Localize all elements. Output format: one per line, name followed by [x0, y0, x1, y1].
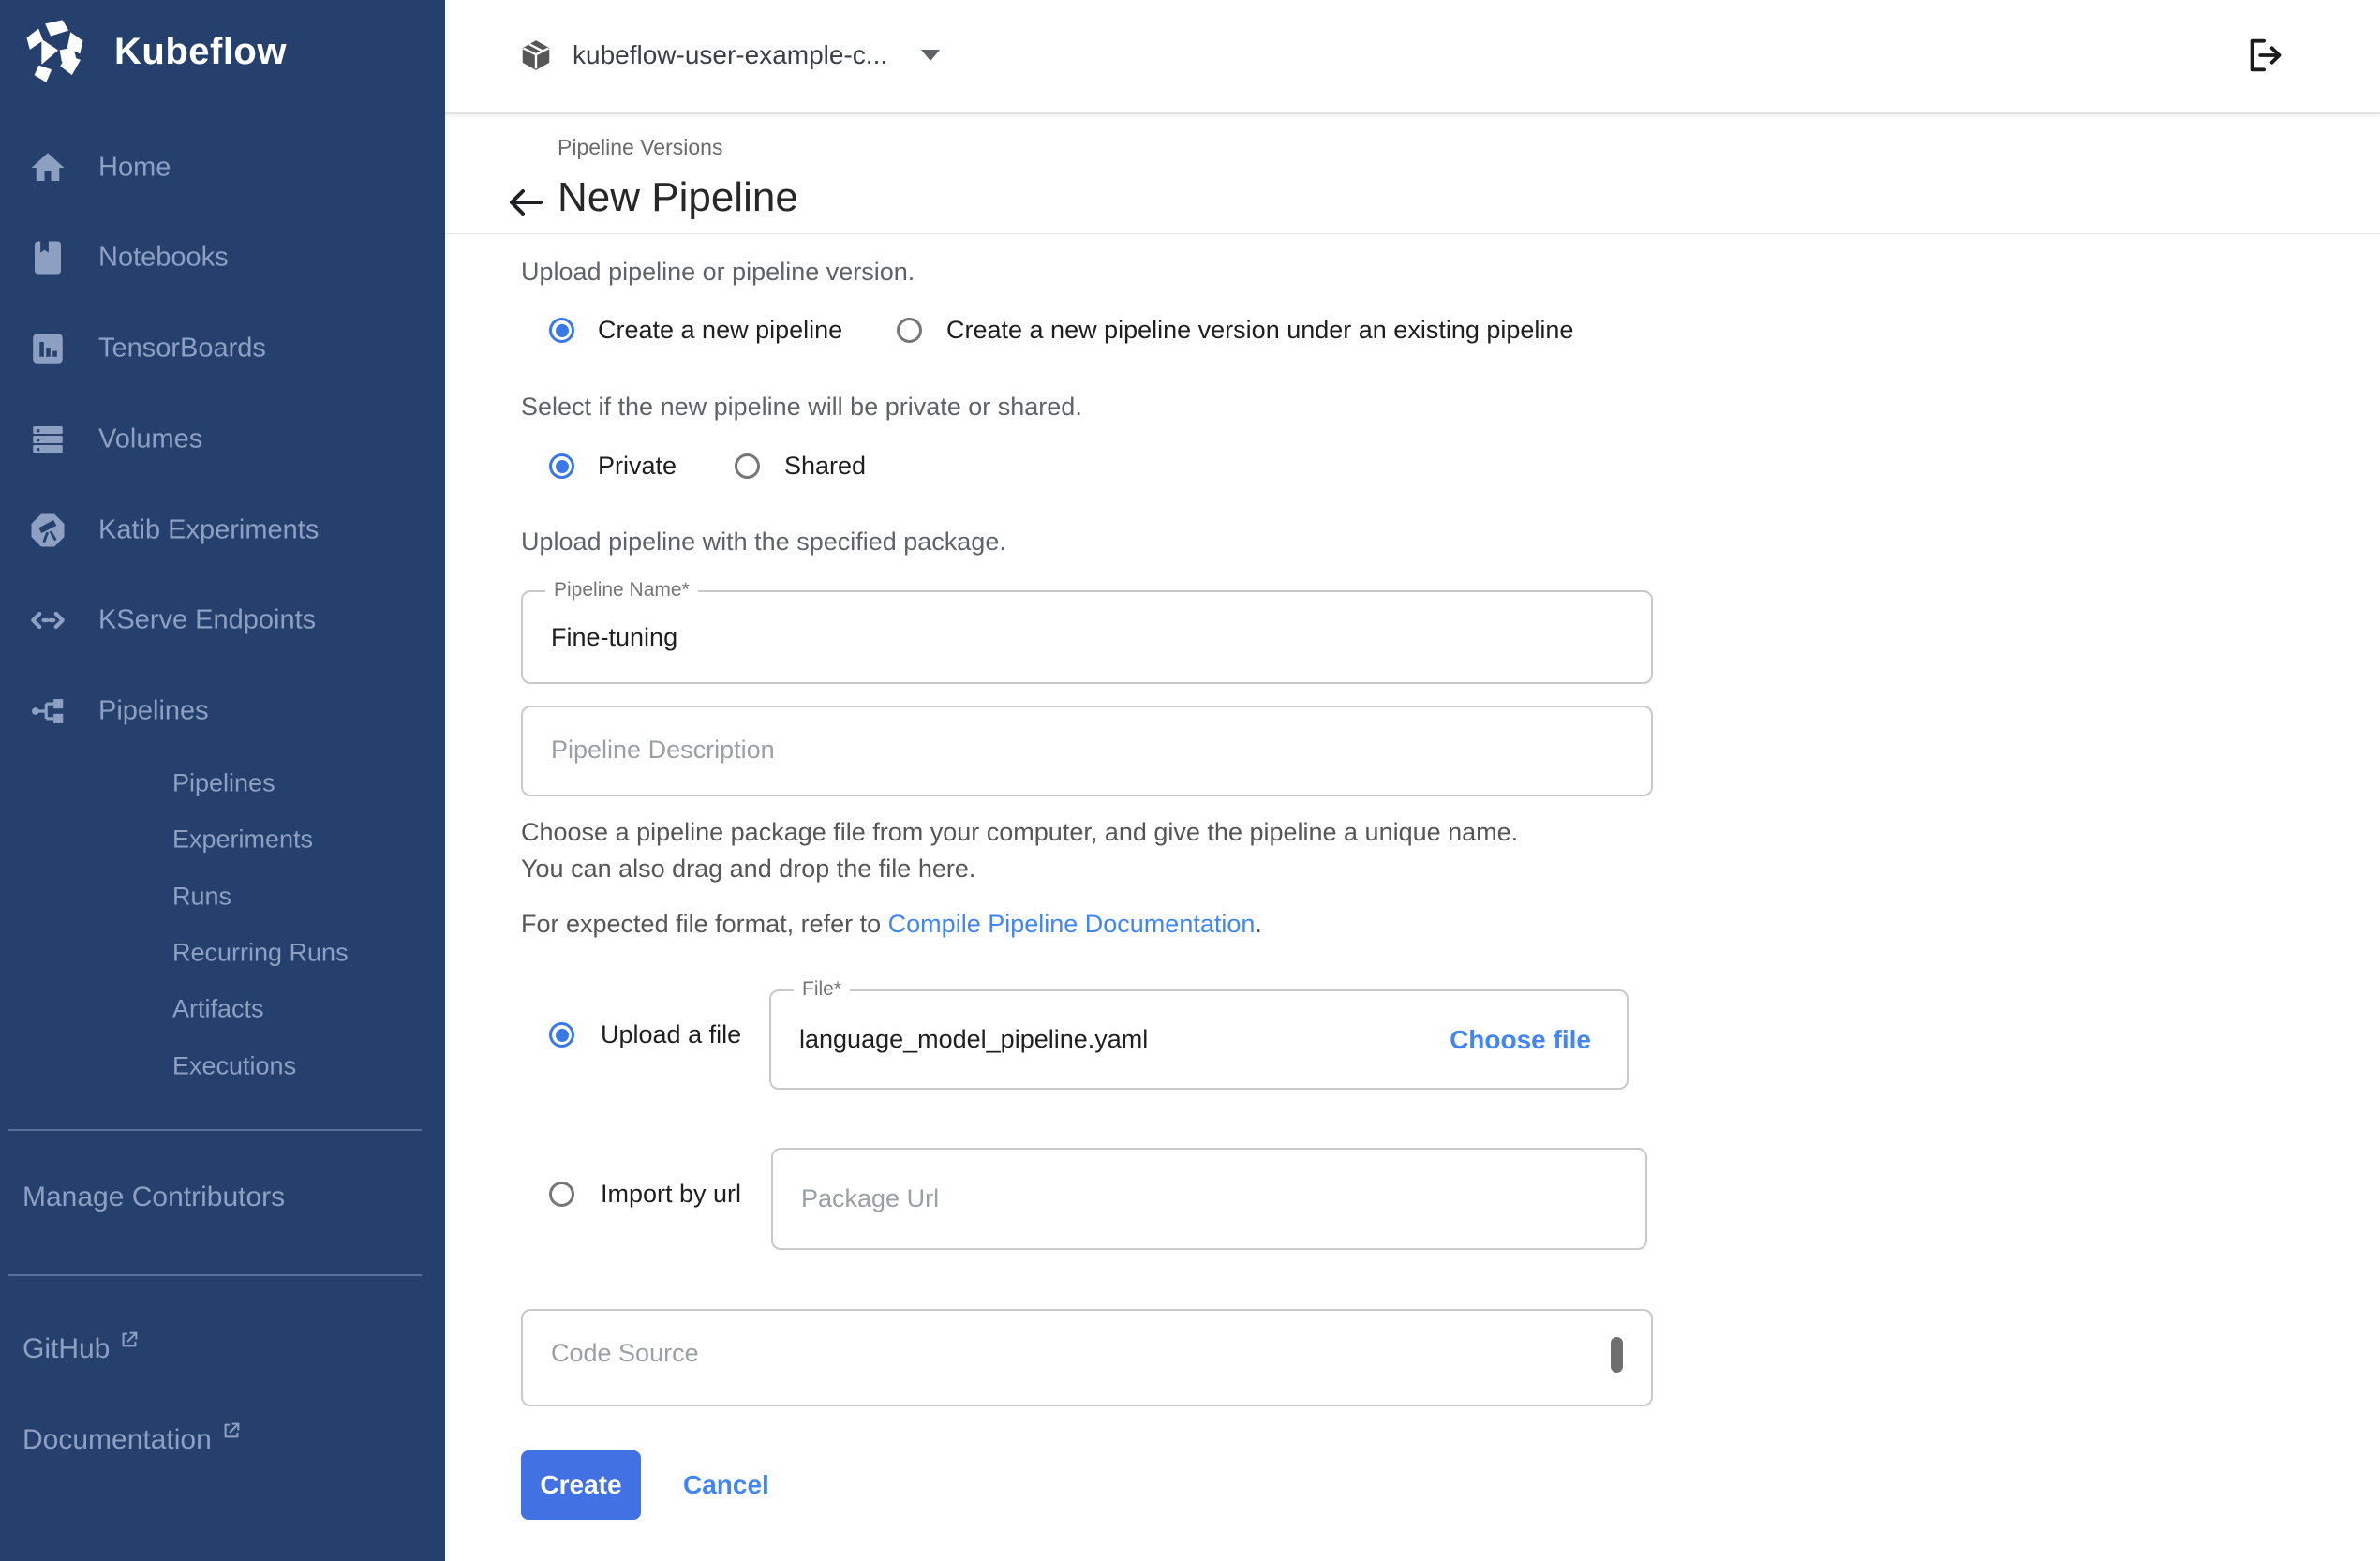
radio-import-by-url[interactable] [549, 1182, 574, 1207]
pipeline-name-input[interactable] [523, 592, 1651, 682]
sidebar-item-home[interactable]: Home [0, 139, 445, 197]
sidebar-item-katib-experiments[interactable]: Katib Experiments [0, 501, 445, 559]
sidebar-link-github[interactable]: GitHub [22, 1333, 140, 1365]
radio-private-label[interactable]: Private [598, 452, 677, 481]
pipeline-description-input[interactable] [523, 707, 1651, 795]
pipeline-name-field: Pipeline Name* [521, 590, 1653, 684]
logo-wordmark: Kubeflow [114, 31, 287, 73]
radio-private[interactable] [549, 453, 574, 479]
namespace-value: kubeflow-user-example-c... [573, 40, 887, 70]
sidebar-item-manage-contributors[interactable]: Manage Contributors [22, 1182, 285, 1213]
caret-down-icon [921, 50, 940, 61]
sidebar-item-volumes[interactable]: Volumes [0, 410, 445, 468]
namespace-selector[interactable]: kubeflow-user-example-c... [518, 0, 940, 111]
radio-create-new-pipeline-label[interactable]: Create a new pipeline [598, 316, 842, 345]
kubeflow-logo-icon [21, 17, 90, 86]
radio-import-by-url-label[interactable]: Import by url [601, 1180, 741, 1209]
bar-chart-icon [28, 329, 67, 368]
radio-shared-label[interactable]: Shared [784, 452, 866, 481]
package-hint-line1: Choose a pipeline package file from your… [521, 818, 1518, 847]
external-link-icon [119, 1330, 140, 1350]
sidebar-subitem-executions[interactable]: Executions [0, 1039, 445, 1093]
radio-shared[interactable] [735, 453, 760, 479]
storage-icon [28, 420, 67, 459]
cancel-button[interactable]: Cancel [677, 1469, 775, 1501]
sidebar-link-documentation[interactable]: Documentation [22, 1424, 242, 1456]
sidebar-item-pipelines[interactable]: Pipelines [0, 682, 445, 740]
compile-pipeline-documentation-link[interactable]: Compile Pipeline Documentation [888, 910, 1256, 938]
sign-out-icon [2243, 34, 2286, 77]
choose-file-button[interactable]: Choose file [1450, 1025, 1591, 1055]
package-hint-line2: You can also drag and drop the file here… [521, 855, 975, 884]
external-link-icon [221, 1420, 242, 1441]
code-source-field [521, 1309, 1653, 1406]
sign-out-button[interactable] [2243, 34, 2286, 77]
notebook-icon [28, 238, 67, 277]
radio-create-pipeline-version[interactable] [897, 318, 922, 343]
sidebar-subitem-experiments[interactable]: Experiments [0, 812, 445, 867]
code-arrows-icon [28, 601, 67, 640]
create-button[interactable]: Create [521, 1450, 641, 1520]
main-content: Pipeline Versions New Pipeline Upload pi… [445, 112, 2380, 1561]
radio-create-pipeline-version-label[interactable]: Create a new pipeline version under an e… [946, 316, 1573, 345]
top-app-bar: kubeflow-user-example-c... [445, 0, 2380, 114]
sidebar-item-tensorboards[interactable]: TensorBoards [0, 320, 445, 378]
sidebar-divider [8, 1274, 422, 1276]
sidebar: Kubeflow Home Notebooks TensorBoards Vol [0, 0, 445, 1561]
package-url-input[interactable] [773, 1150, 1645, 1248]
package-url-field [771, 1148, 1647, 1250]
pipeline-graph-icon [28, 691, 67, 731]
code-source-scrollbar-thumb[interactable] [1611, 1337, 1623, 1373]
radio-upload-a-file-label[interactable]: Upload a file [601, 1020, 741, 1049]
back-button[interactable] [503, 180, 548, 225]
visibility-section-label: Select if the new pipeline will be priva… [521, 393, 1082, 422]
kubeflow-new-pipeline-page: Kubeflow Home Notebooks TensorBoards Vol [0, 0, 2380, 1561]
kubeflow-logo[interactable]: Kubeflow [21, 17, 287, 86]
radio-upload-a-file[interactable] [549, 1022, 574, 1048]
package-cube-icon [518, 37, 554, 73]
file-format-line: For expected file format, refer to Compi… [521, 910, 1262, 939]
code-source-input[interactable] [523, 1311, 1651, 1405]
pipeline-description-field [521, 706, 1653, 796]
sidebar-item-notebooks[interactable]: Notebooks [0, 229, 445, 287]
page-title: New Pipeline [558, 174, 798, 221]
sidebar-subitem-recurring-runs[interactable]: Recurring Runs [0, 926, 445, 980]
package-section-label: Upload pipeline with the specified packa… [521, 528, 1006, 557]
upload-type-section-label: Upload pipeline or pipeline version. [521, 258, 915, 287]
home-icon [28, 148, 67, 187]
breadcrumb-pipeline-versions[interactable]: Pipeline Versions [558, 135, 722, 160]
sidebar-subitem-artifacts[interactable]: Artifacts [0, 982, 445, 1036]
sidebar-subitem-pipelines[interactable]: Pipelines [0, 756, 445, 810]
arrow-left-icon [503, 180, 548, 225]
file-field: File* Choose file [769, 989, 1629, 1090]
telescope-icon [28, 511, 67, 550]
sidebar-item-kserve-endpoints[interactable]: KServe Endpoints [0, 591, 445, 649]
header-divider [445, 233, 2380, 234]
radio-create-new-pipeline[interactable] [549, 318, 574, 343]
sidebar-divider [8, 1129, 422, 1131]
sidebar-subitem-runs[interactable]: Runs [0, 870, 445, 924]
